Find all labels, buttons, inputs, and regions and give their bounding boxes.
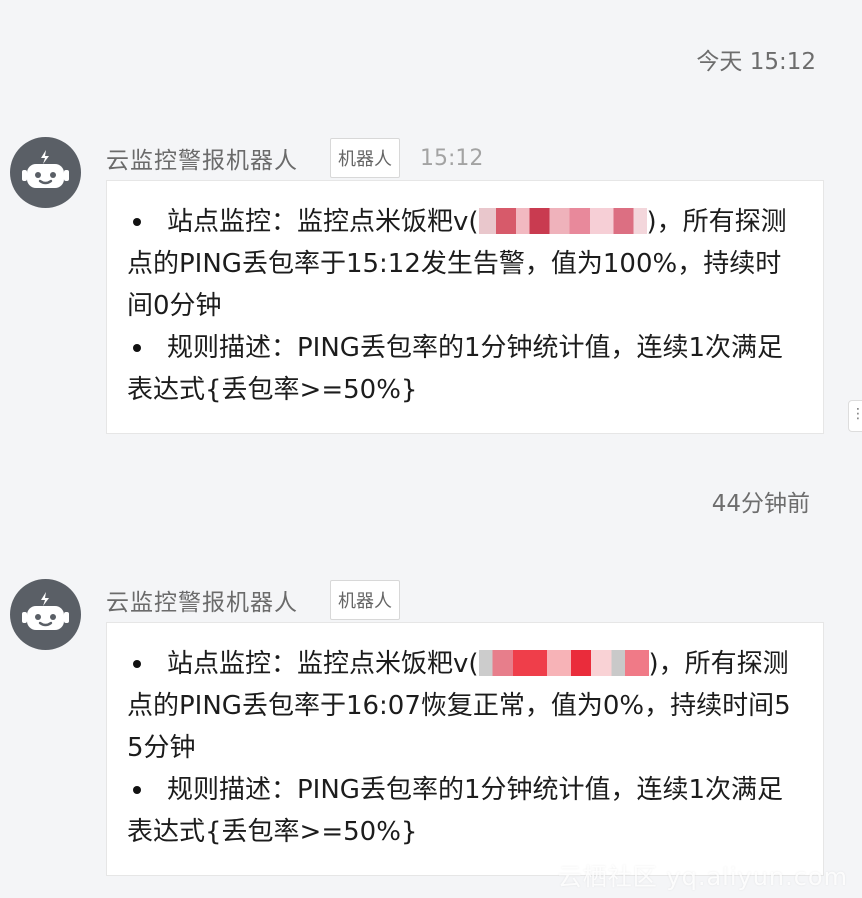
bullet-list: 站点监控：监控点米饭粑v()，所有探测点的PING丢包率于15:12发生告警，值… [127, 201, 805, 411]
message-time: 15:12 [420, 145, 484, 171]
timestamp-divider: 44分钟前 [711, 491, 810, 517]
sender-name[interactable]: 云监控警报机器人 [106, 141, 298, 175]
sender-name[interactable]: 云监控警报机器人 [106, 583, 298, 617]
message-card: 站点监控：监控点米饭粑v()，所有探测点的PING丢包率于16:07恢复正常，值… [106, 622, 824, 876]
robot-icon [22, 592, 69, 630]
watermark: 云栖社区 yq.aliyun.com [557, 863, 848, 891]
avatar[interactable] [10, 579, 81, 650]
avatar[interactable] [10, 137, 81, 208]
bot-badge: 机器人 [330, 138, 400, 178]
bullet-list: 站点监控：监控点米饭粑v()，所有探测点的PING丢包率于16:07恢复正常，值… [127, 643, 805, 853]
redacted-ip [478, 208, 647, 234]
message-header: 云监控警报机器人 机器人 15:12 [106, 138, 483, 178]
timestamp-divider: 今天 15:12 [696, 49, 816, 75]
list-item: 规则描述：PING丢包率的1分钟统计值，连续1次满足表达式{丢包率>=50%} [127, 327, 805, 411]
list-item: 站点监控：监控点米饭粑v()，所有探测点的PING丢包率于16:07恢复正常，值… [127, 643, 805, 769]
message-header: 云监控警报机器人 机器人 [106, 580, 400, 620]
bot-badge: 机器人 [330, 580, 400, 620]
redacted-ip [478, 650, 649, 676]
message-card: 站点监控：监控点米饭粑v()，所有探测点的PING丢包率于15:12发生告警，值… [106, 180, 824, 434]
list-item: 站点监控：监控点米饭粑v()，所有探测点的PING丢包率于15:12发生告警，值… [127, 201, 805, 327]
list-item: 规则描述：PING丢包率的1分钟统计值，连续1次满足表达式{丢包率>=50%} [127, 769, 805, 853]
more-icon[interactable]: ⋮ [848, 400, 862, 432]
robot-icon [22, 150, 69, 188]
